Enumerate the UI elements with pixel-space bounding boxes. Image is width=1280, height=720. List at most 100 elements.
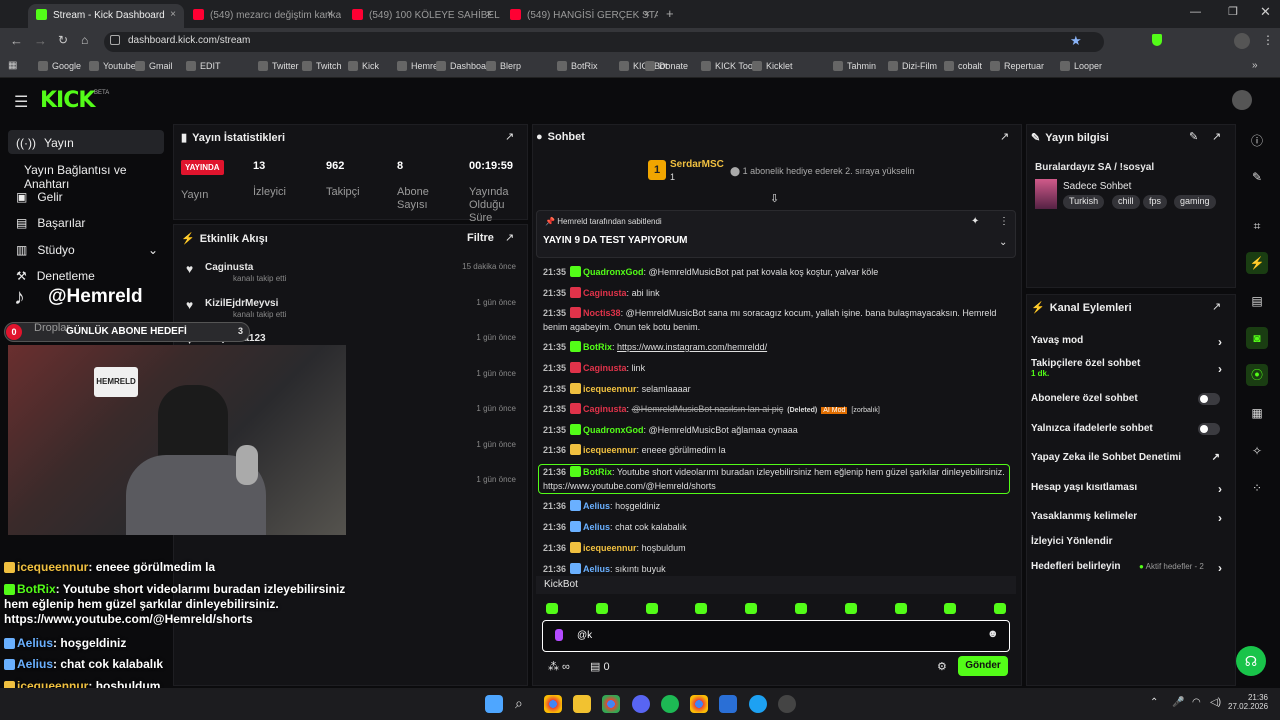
emote-icon[interactable] [546,603,558,614]
bookmark-item[interactable]: Looper [1060,61,1102,71]
bookmark-item[interactable]: BotRix [557,61,598,71]
mention-suggestion[interactable]: KickBot [536,576,1016,594]
chat-message[interactable]: 21:36 Aelius: sıkıntı buyuk [543,562,1008,576]
kick-logo[interactable]: KICK [40,88,95,113]
settings-icon[interactable]: ⚙ [937,660,947,673]
menu-icon[interactable]: ⋮ [1262,33,1274,47]
popout-icon[interactable]: ↗ [1000,130,1009,143]
sidebar-item-yayin[interactable]: ((·)) Yayın [8,130,164,154]
bookmark-item[interactable]: cobalt [944,61,982,71]
chat-message[interactable]: 21:36 icequeennur: hoşbuldum [543,541,1008,555]
emote-icon[interactable] [595,603,608,614]
emote-icon[interactable] [994,603,1007,614]
toggle-switch[interactable] [1198,393,1220,405]
hamburger-icon[interactable]: ☰ [14,92,28,112]
channel-action[interactable]: İzleyici Yönlendir [1031,536,1226,547]
wifi-icon[interactable]: ◠ [1192,697,1201,708]
bookmark-item[interactable]: EDIT [186,61,221,71]
storage-icon[interactable]: ▦ [1246,402,1268,424]
bookmark-item[interactable]: Donate [645,61,688,71]
tag-chip[interactable]: gaming [1174,195,1216,209]
popout-icon[interactable]: ↗ [505,130,514,143]
chat-message[interactable]: 21:36 Aelius: chat cok kalabalık [543,520,1008,534]
channel-action[interactable]: Yasaklanmış kelimeler › [1031,511,1226,525]
bookmark-item[interactable]: Gmail [135,61,173,71]
bookmark-item[interactable]: Kick [348,61,379,71]
sidebar-item-basarilar[interactable]: ▤ Başarılar [8,210,164,234]
wrench-icon[interactable]: ✧ [1246,440,1268,462]
emote-icon[interactable] [745,603,758,614]
clipboard-icon[interactable]: ▤ [1246,290,1268,312]
edge-icon[interactable] [749,695,767,713]
browser-tab[interactable]: (549) HANGİSİ GERÇEK STAND× [502,4,658,28]
emoji-icon[interactable]: ☻ [987,628,999,640]
close-icon[interactable]: × [486,9,492,20]
chat-icon[interactable]: ◙ [1246,327,1268,349]
reload-icon[interactable]: ↻ [58,33,68,47]
close-icon[interactable]: × [170,9,176,20]
clock[interactable]: 21:36 27.02.2026 [1228,693,1268,711]
folder-icon[interactable] [573,695,591,713]
tag-chip[interactable]: chill [1112,195,1140,209]
sidebar-item-studyo[interactable]: ▥ Stüdyo ⌄ [8,237,164,261]
channel-action[interactable]: Hedefleri belirleyin ● Aktif hedefler - 2… [1031,561,1226,575]
channel-action[interactable]: Yapay Zeka ile Sohbet Denetimi ↗ [1031,452,1226,463]
close-window-button[interactable]: ✕ [1260,4,1271,20]
chevron-down-icon[interactable]: ⌄ [999,237,1007,248]
sidebar-item-gelir[interactable]: ▣ Gelir [8,184,164,208]
bolt-icon[interactable]: ⚡ [1246,252,1268,274]
pencil-icon[interactable]: ✎ [1246,166,1268,188]
forward-icon[interactable]: → [34,33,47,48]
info-icon[interactable]: ⓘ [1246,130,1268,152]
tag-chip[interactable]: Turkish [1063,195,1105,209]
obs-icon[interactable] [778,695,796,713]
user-avatar[interactable] [1232,90,1252,110]
broadcast-icon[interactable]: ⦿ [1246,364,1268,386]
tag-chip[interactable]: fps [1143,195,1168,209]
unpin-icon[interactable]: ✦ [971,216,979,227]
volume-icon[interactable]: ◁) [1210,697,1221,708]
chrome-icon[interactable] [690,695,708,713]
emote-icon[interactable] [645,603,658,614]
channel-action[interactable]: Takipçilere özel sohbet 1 dk. › [1031,358,1226,378]
apps-icon[interactable]: ⁘ [1246,477,1268,499]
minimize-button[interactable]: — [1190,6,1201,18]
category-thumbnail[interactable] [1035,179,1057,209]
popout-icon[interactable]: ↗ [1212,300,1221,313]
filter-button[interactable]: Filtre [467,232,494,244]
edit-icon[interactable]: ✎ [1189,130,1198,143]
browser-tab[interactable]: (549) 100 KÖLEYE SAHİBELİK Y× [344,4,500,28]
chat-message[interactable]: 21:35 Noctis38: @HemreldMusicBot sana mı … [543,306,1008,334]
chat-message[interactable]: 21:36 Aelius: hoşgeldiniz [543,499,1008,513]
chat-message[interactable]: 21:36 BotRix: Youtube short videolarımı b… [538,464,1010,494]
mic-icon[interactable]: 🎤 [1172,697,1184,708]
bookmark-item[interactable]: Twitch [302,61,342,71]
maximize-button[interactable]: ❐ [1228,5,1238,18]
more-bookmarks-icon[interactable]: » [1252,60,1258,71]
spotify-icon[interactable] [661,695,679,713]
infinity-icon[interactable]: ⁂ ∞ [548,660,570,673]
bookmark-item[interactable]: Kicklet [752,61,793,71]
shield-icon[interactable] [1152,34,1162,46]
channel-action[interactable]: Abonelere özel sohbet [1031,393,1226,405]
tray-chevron-icon[interactable]: ⌃ [1150,697,1158,708]
chat-message[interactable]: 21:35 icequeennur: selamlaaaar [543,382,1008,396]
bookmark-item[interactable]: Twitter [258,61,299,71]
support-icon[interactable]: ☊ [1236,646,1266,676]
bookmark-item[interactable]: Blerp [486,61,521,71]
sidebar-item-stream-key[interactable]: Yayın Bağlantısı ve Anahtarı [8,157,164,191]
avatar[interactable] [1234,33,1250,49]
chat-message[interactable]: 21:35 Caginusta: link [543,361,1008,375]
start-icon[interactable] [485,695,503,713]
browser-tab[interactable]: (549) mezarcı değiştim kanka y × [185,4,341,28]
channel-action[interactable]: Yalnızca ifadelerle sohbet [1031,423,1226,435]
bookmark-item[interactable]: KICK Tools [701,61,759,71]
chat-input[interactable]: @k ☻ [542,620,1010,652]
bookmark-star-icon[interactable]: ★ [1070,33,1082,49]
chat-message[interactable]: 21:35 BotRix: https://www.instagram.com/h… [543,340,1008,354]
home-icon[interactable]: ⌂ [81,33,88,47]
points-display[interactable]: ▤ 0 [590,660,610,673]
new-tab-button[interactable]: + [666,6,674,21]
app-icon[interactable] [719,695,737,713]
bookmark-item[interactable]: Youtube [89,61,136,71]
